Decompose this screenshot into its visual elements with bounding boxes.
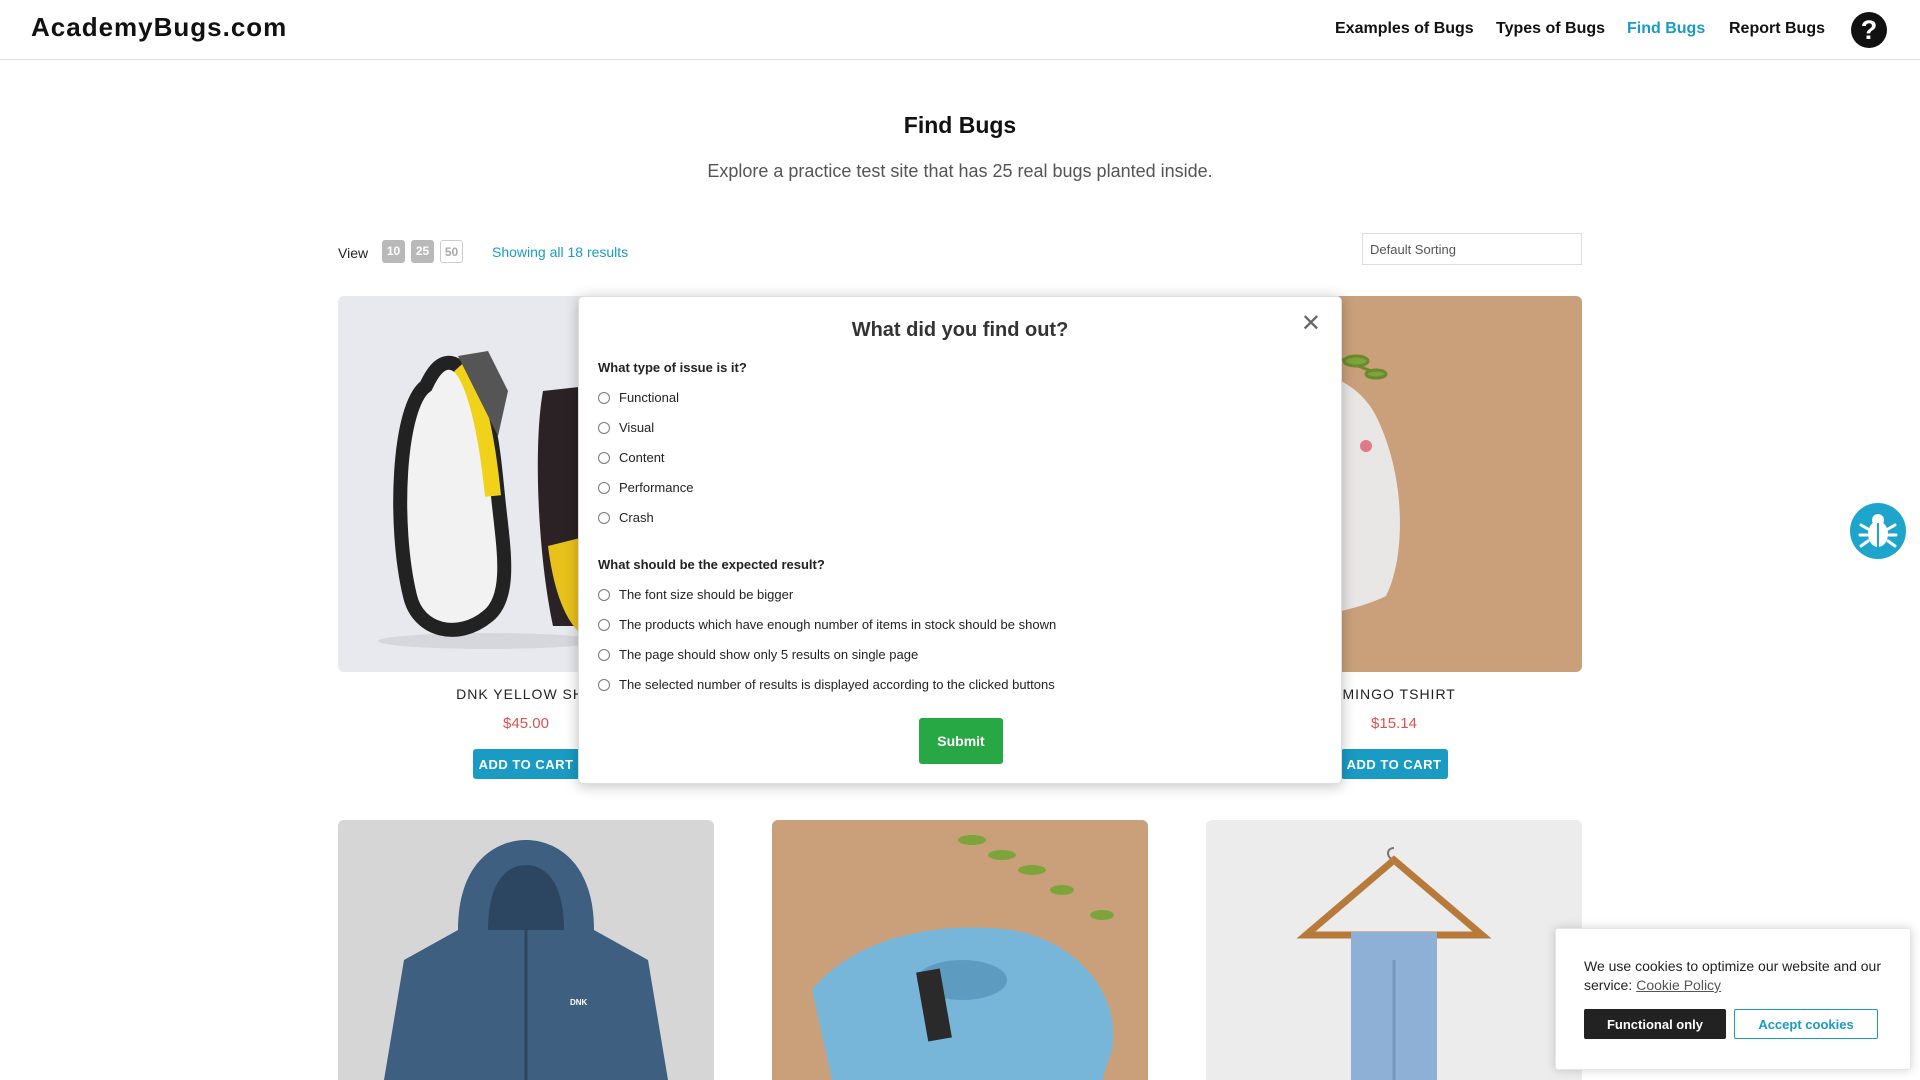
view-25-button[interactable]: 25 [411, 240, 434, 263]
add-to-cart-button[interactable]: ADD TO CART [1340, 749, 1448, 779]
product-image-blue-tshirt[interactable] [772, 820, 1148, 1080]
option-label: Content [619, 450, 665, 465]
accept-cookies-button[interactable]: Accept cookies [1734, 1009, 1878, 1039]
add-to-cart-button[interactable]: ADD TO CART [472, 749, 580, 779]
view-50-button[interactable]: 50 [440, 240, 463, 263]
nav-examples-of-bugs[interactable]: Examples of Bugs [1335, 20, 1474, 38]
radio-icon[interactable] [598, 391, 610, 404]
cookie-banner: We use cookies to optimize our website a… [1555, 928, 1911, 1070]
view-10-button[interactable]: 10 [382, 240, 405, 263]
radio-icon[interactable] [598, 511, 610, 524]
radio-icon[interactable] [598, 481, 610, 494]
site-logo[interactable]: AcademyBugs.com [31, 12, 287, 43]
results-count: Showing all 18 results [492, 244, 629, 260]
option-label: The products which have enough number of… [619, 617, 1057, 632]
product-card [772, 820, 1148, 1080]
close-icon[interactable]: ✕ [1301, 309, 1321, 338]
page-title: Find Bugs [903, 112, 1017, 138]
product-card: DNK [338, 820, 714, 1080]
nav-report-bugs[interactable]: Report Bugs [1729, 20, 1825, 38]
option-label: The page should show only 5 results on s… [619, 647, 919, 662]
option-label: Crash [619, 510, 654, 525]
question-mark-icon[interactable]: ? [1851, 12, 1887, 48]
expected-result-question: What should be the expected result? [598, 557, 825, 572]
option-label: Performance [619, 480, 694, 495]
issue-type-content[interactable]: Content [598, 450, 665, 465]
page-subtitle: Explore a practice test site that has 25… [707, 161, 1213, 181]
option-label: Functional [619, 390, 679, 405]
site-header: AcademyBugs.com Examples of Bugs Types o… [0, 0, 1920, 60]
expected-result-option-1[interactable]: The font size should be bigger [598, 587, 793, 602]
issue-type-performance[interactable]: Performance [598, 480, 693, 495]
radio-icon[interactable] [598, 648, 610, 661]
option-label: The selected number of results is displa… [619, 677, 1055, 692]
radio-icon[interactable] [598, 451, 610, 464]
product-card [1206, 820, 1582, 1080]
submit-button[interactable]: Submit [919, 718, 1003, 764]
issue-type-crash[interactable]: Crash [598, 510, 654, 525]
radio-icon[interactable] [598, 678, 610, 691]
cookie-text: We use cookies to optimize our website a… [1584, 958, 1882, 993]
issue-type-functional[interactable]: Functional [598, 390, 679, 405]
nav-find-bugs[interactable]: Find Bugs [1627, 20, 1705, 38]
modal-title: What did you find out? [851, 319, 1069, 341]
cookie-policy-link[interactable]: Cookie Policy [1636, 977, 1721, 993]
product-image-blue-jeans[interactable] [1206, 820, 1582, 1080]
nav-types-of-bugs[interactable]: Types of Bugs [1496, 20, 1605, 38]
expected-result-option-3[interactable]: The page should show only 5 results on s… [598, 647, 918, 662]
radio-icon[interactable] [598, 588, 610, 601]
radio-icon[interactable] [598, 618, 610, 631]
product-image-blue-hoodie[interactable]: DNK [338, 820, 714, 1080]
issue-type-visual[interactable]: Visual [598, 420, 654, 435]
option-label: The font size should be bigger [619, 587, 794, 602]
expected-result-option-2[interactable]: The products which have enough number of… [598, 617, 1056, 632]
report-modal: What did you find out? ✕ What type of is… [578, 296, 1342, 784]
bug-icon[interactable] [1850, 503, 1906, 559]
svg-text:DNK: DNK [570, 998, 588, 1007]
expected-result-option-4[interactable]: The selected number of results is displa… [598, 677, 1055, 692]
option-label: Visual [619, 420, 655, 435]
functional-only-button[interactable]: Functional only [1584, 1009, 1726, 1039]
sort-select[interactable]: Default Sorting [1362, 233, 1582, 265]
cookie-message: We use cookies to optimize our website a… [1584, 957, 1884, 995]
radio-icon[interactable] [598, 421, 610, 434]
view-label: View [338, 245, 369, 261]
issue-type-question: What type of issue is it? [598, 360, 747, 375]
